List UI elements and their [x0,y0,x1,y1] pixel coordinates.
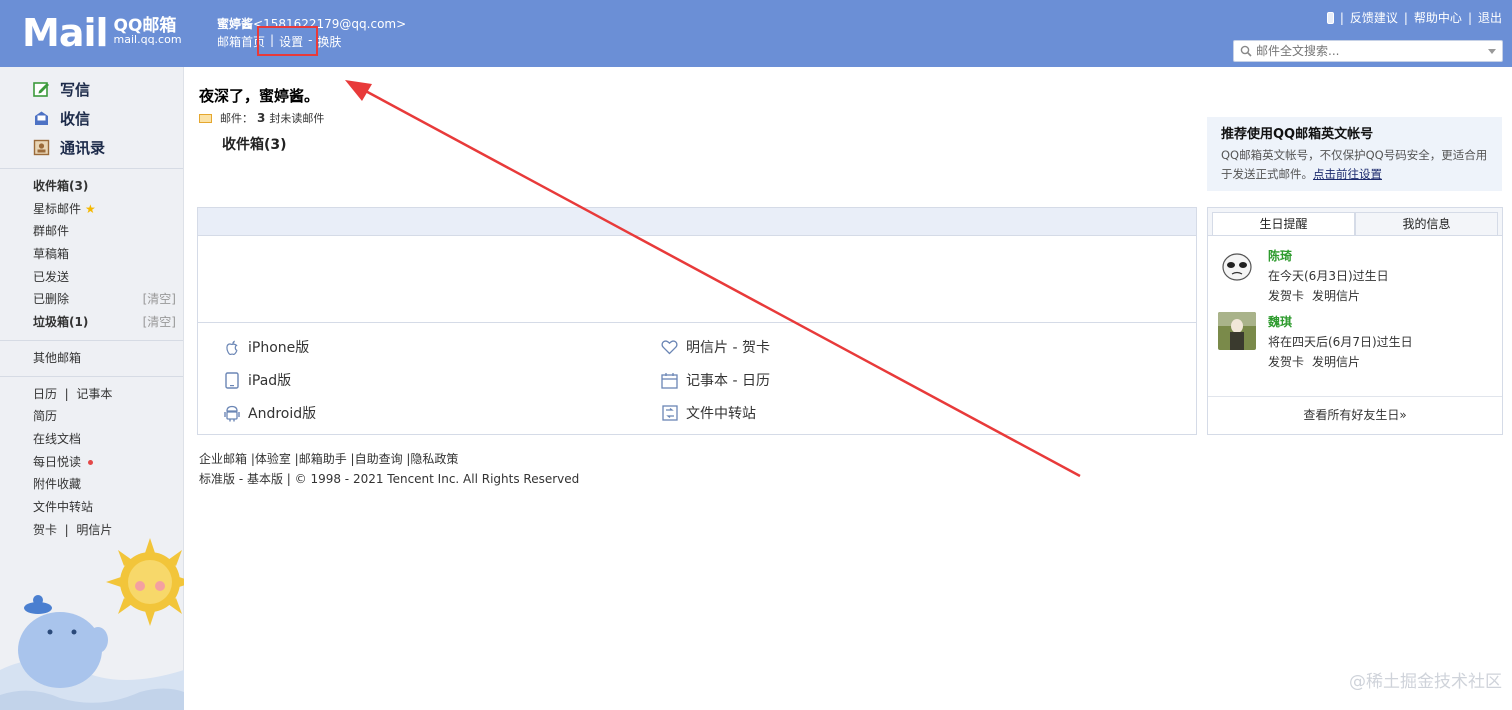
annotation-arrow [345,80,1081,478]
watermark: @稀土掘金技术社区 [1349,672,1502,692]
